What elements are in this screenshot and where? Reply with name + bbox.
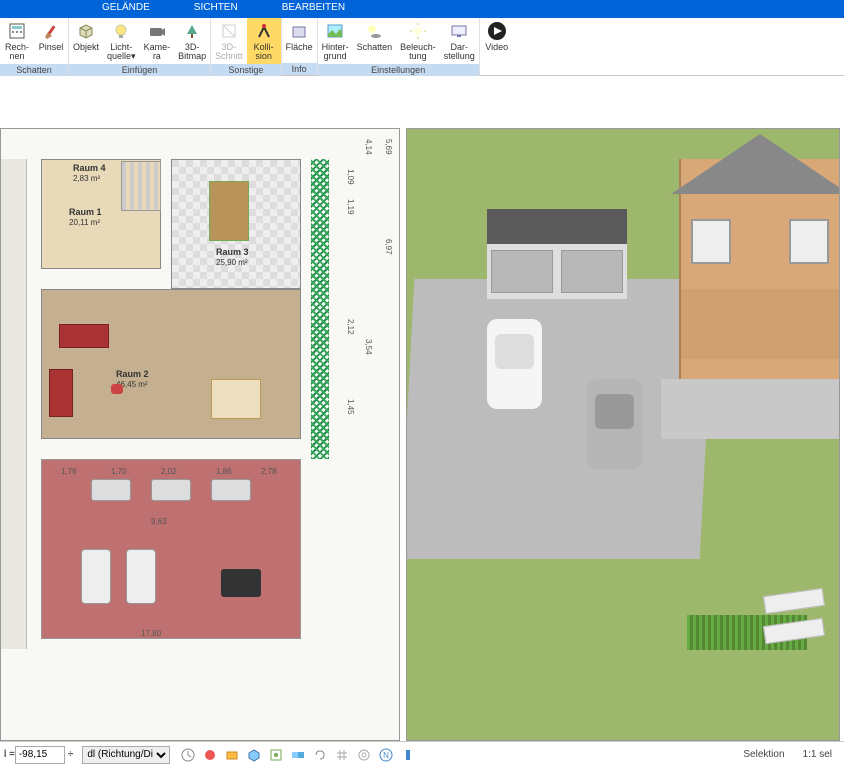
video-button[interactable]: Video <box>480 18 514 63</box>
menu-tab-strip: GELÄNDE SICHTEN BEARBEITEN <box>0 0 844 18</box>
play-icon <box>486 20 508 42</box>
cube-status-icon[interactable] <box>246 747 262 763</box>
group-icon[interactable] <box>290 747 306 763</box>
brush-icon <box>40 20 62 42</box>
kollision-button[interactable]: Kolli- sion <box>247 18 281 64</box>
calculator-icon <box>6 20 28 42</box>
ribbon-group-info: Fläche Info <box>282 18 318 75</box>
direction-combo[interactable]: dl (Richtung/Di <box>82 746 170 764</box>
ribbon-group-schatten: Rech- nen Pinsel Schatten <box>0 18 69 75</box>
hintergrund-button[interactable]: Hinter- grund <box>318 18 353 64</box>
bitmap3d-button[interactable]: 3D- Bitmap <box>174 18 210 64</box>
rechnen-button[interactable]: Rech- nen <box>0 18 34 64</box>
pinsel-button[interactable]: Pinsel <box>34 18 68 64</box>
floorplan-view[interactable]: Raum 42,83 m² Raum 120,11 m² Raum 325,90… <box>0 128 400 741</box>
beleuchtung-button[interactable]: Beleuch- tung <box>396 18 440 64</box>
area-icon <box>288 20 310 42</box>
workspace: Raum 42,83 m² Raum 120,11 m² Raum 325,90… <box>0 78 844 741</box>
lightbulb-icon <box>110 20 132 42</box>
info-icon[interactable] <box>400 747 416 763</box>
status-bar: l = ÷ dl (Richtung/Di N Selektion 1:1 se… <box>0 741 844 767</box>
group-label-info: Info <box>282 63 317 75</box>
group-label-sonstige: Sonstige <box>211 64 281 76</box>
tab-sichten[interactable]: SICHTEN <box>172 0 260 18</box>
objekt-button[interactable]: Objekt <box>69 18 103 64</box>
link-icon[interactable] <box>312 747 328 763</box>
coord-input[interactable] <box>15 746 65 764</box>
record-icon[interactable] <box>202 747 218 763</box>
cube-icon <box>75 20 97 42</box>
group-label-einfuegen: Einfügen <box>69 64 210 76</box>
3d-view[interactable] <box>406 128 840 741</box>
kamera-button[interactable]: Kame- ra <box>140 18 175 64</box>
layers-icon[interactable] <box>224 747 240 763</box>
group-label-einstellungen: Einstellungen <box>318 64 479 76</box>
coord-label: l = <box>4 749 15 760</box>
status-toolbar: N <box>180 747 416 763</box>
schnitt3d-button[interactable]: 3D- Schnitt <box>211 18 247 64</box>
grid-icon[interactable] <box>334 747 350 763</box>
section-icon <box>218 20 240 42</box>
ribbon-group-sonstige: 3D- Schnitt Kolli- sion Sonstige <box>211 18 282 75</box>
camera-icon <box>146 20 168 42</box>
tab-bearbeiten[interactable]: BEARBEITEN <box>260 0 367 18</box>
group-label-schatten: Schatten <box>0 64 68 76</box>
flaeche-button[interactable]: Fläche <box>282 18 317 63</box>
svg-text:N: N <box>383 751 389 760</box>
shadow-icon <box>363 20 385 42</box>
history-icon[interactable] <box>180 747 196 763</box>
lichtquelle-button[interactable]: Licht- quelle▾ <box>103 18 140 64</box>
background-icon <box>324 20 346 42</box>
lighting-icon <box>407 20 429 42</box>
schatten-button[interactable]: Schatten <box>353 18 397 64</box>
tree-icon <box>181 20 203 42</box>
selection-label: Selektion <box>743 749 784 760</box>
ribbon-group-einfuegen: Objekt Licht- quelle▾ Kame- ra 3D- Bitma… <box>69 18 211 75</box>
target-icon[interactable] <box>356 747 372 763</box>
tab-gelaende[interactable]: GELÄNDE <box>80 0 172 18</box>
ribbon-group-einstellungen: Hinter- grund Schatten Beleuch- tung Dar… <box>318 18 480 75</box>
ribbon-group-video: Video <box>480 18 514 75</box>
darstellung-button[interactable]: Dar- stellung <box>440 18 479 64</box>
snap-icon[interactable] <box>268 747 284 763</box>
collision-icon <box>253 20 275 42</box>
ribbon-toolbar: Rech- nen Pinsel Schatten Objekt <box>0 18 844 76</box>
north-icon[interactable]: N <box>378 747 394 763</box>
zoom-label[interactable]: 1:1 sel <box>803 749 832 760</box>
display-icon <box>448 20 470 42</box>
